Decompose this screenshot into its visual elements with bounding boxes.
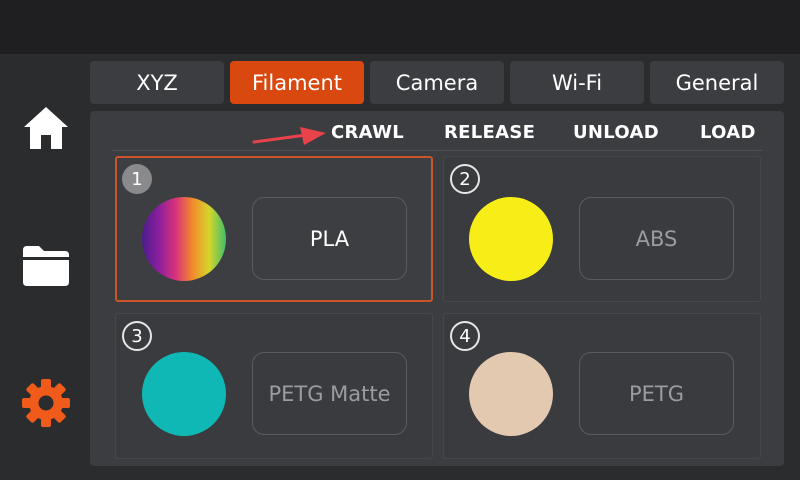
tab-camera[interactable]: Camera bbox=[370, 61, 504, 104]
slot-number-badge: 2 bbox=[450, 164, 480, 194]
crawl-button[interactable]: CRAWL bbox=[331, 122, 404, 143]
material-button-petg-matte[interactable]: PETG Matte bbox=[252, 352, 407, 435]
load-button[interactable]: LOAD bbox=[700, 122, 756, 143]
tab-xyz[interactable]: XYZ bbox=[90, 61, 224, 104]
slot-number-badge: 3 bbox=[122, 321, 152, 351]
color-swatch bbox=[142, 197, 226, 281]
files-button[interactable] bbox=[20, 240, 72, 292]
sidebar bbox=[0, 54, 88, 480]
color-swatch bbox=[469, 197, 553, 281]
tab-general[interactable]: General bbox=[650, 61, 784, 104]
slot-number-badge: 1 bbox=[122, 164, 152, 194]
slot-number-badge: 4 bbox=[450, 321, 480, 351]
tab-filament[interactable]: Filament bbox=[230, 61, 364, 104]
color-swatch bbox=[142, 352, 226, 436]
home-button[interactable] bbox=[20, 102, 72, 154]
material-button-petg[interactable]: PETG bbox=[579, 352, 734, 435]
unload-button[interactable]: UNLOAD bbox=[573, 122, 659, 143]
folder-icon bbox=[23, 246, 69, 286]
home-icon bbox=[24, 107, 68, 149]
release-button[interactable]: RELEASE bbox=[444, 122, 535, 143]
color-swatch bbox=[469, 352, 553, 436]
material-button-pla[interactable]: PLA bbox=[252, 197, 407, 280]
top-status-bar bbox=[0, 0, 800, 54]
tab-wifi[interactable]: Wi-Fi bbox=[510, 61, 644, 104]
gear-icon bbox=[22, 379, 70, 427]
settings-button[interactable] bbox=[20, 377, 72, 429]
material-button-abs[interactable]: ABS bbox=[579, 197, 734, 280]
annotation-arrow-icon bbox=[252, 127, 326, 145]
action-divider bbox=[112, 150, 762, 151]
